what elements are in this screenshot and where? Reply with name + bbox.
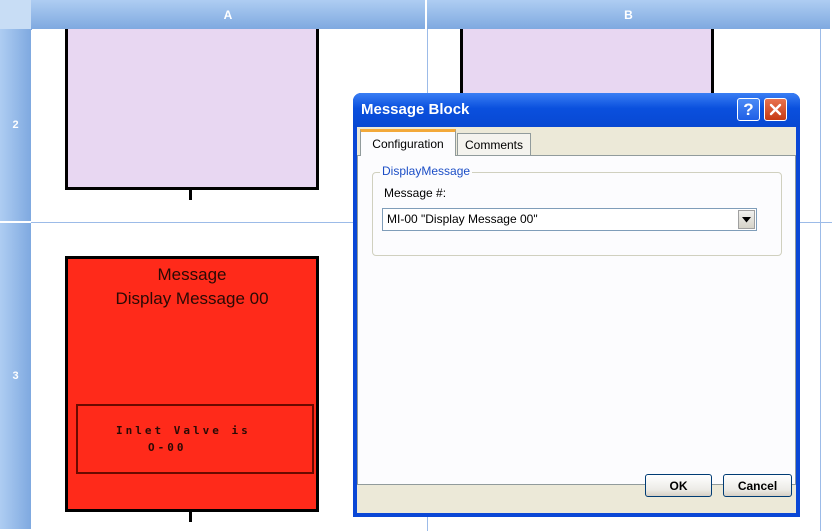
message-select[interactable]: MI-00 "Display Message 00": [382, 208, 757, 231]
grid-corner[interactable]: [0, 0, 32, 30]
message-display-box: Inlet Valve is O-00: [76, 404, 314, 474]
message-block-dialog: Message Block ? Configuration Comments D…: [353, 93, 800, 517]
help-icon: ?: [743, 99, 754, 119]
grid-line-vertical: [820, 29, 821, 531]
message-block-subtitle: Display Message 00: [115, 289, 269, 308]
tab-configuration[interactable]: Configuration: [360, 129, 456, 156]
help-button[interactable]: ?: [737, 98, 760, 121]
close-icon: [769, 103, 782, 116]
message-select-value: MI-00 "Display Message 00": [387, 212, 538, 226]
row-header-3[interactable]: 3: [0, 223, 31, 531]
message-block-a3[interactable]: Message Display Message 00 Inlet Valve i…: [65, 256, 319, 512]
column-header-b-label: B: [624, 7, 633, 22]
column-header-a-label: A: [223, 7, 233, 22]
tab-panel: DisplayMessage Message #: MI-00 "Display…: [357, 155, 796, 485]
row-header-2-label: 2: [12, 119, 19, 131]
group-label: DisplayMessage: [380, 164, 473, 178]
message-display-line1: Inlet Valve is: [116, 424, 251, 437]
row-header-2[interactable]: 2: [0, 29, 31, 223]
tab-comments[interactable]: Comments: [457, 133, 531, 155]
dialog-body: Configuration Comments DisplayMessage Me…: [357, 127, 796, 513]
message-display-line2: O-00: [148, 441, 187, 454]
row-header-3-label: 3: [12, 370, 19, 382]
ok-button-label: OK: [669, 478, 688, 493]
chevron-down-icon: [742, 216, 751, 222]
cancel-button[interactable]: Cancel: [723, 474, 792, 497]
tab-comments-label: Comments: [464, 137, 523, 152]
column-header-a[interactable]: A: [31, 0, 427, 29]
block-cell-a2[interactable]: [65, 29, 319, 190]
dialog-titlebar[interactable]: Message Block ?: [353, 93, 800, 127]
column-header-b[interactable]: B: [427, 0, 832, 29]
ok-button[interactable]: OK: [645, 474, 712, 497]
tab-configuration-label: Configuration: [372, 137, 444, 151]
message-number-label: Message #:: [384, 186, 447, 200]
message-block-title: Message: [157, 265, 227, 284]
connector-stub: [189, 512, 192, 522]
connector-stub: [189, 190, 192, 200]
close-button[interactable]: [764, 98, 787, 121]
dialog-title: Message Block: [361, 101, 470, 118]
dropdown-button[interactable]: [738, 210, 755, 229]
cancel-button-label: Cancel: [737, 478, 778, 493]
